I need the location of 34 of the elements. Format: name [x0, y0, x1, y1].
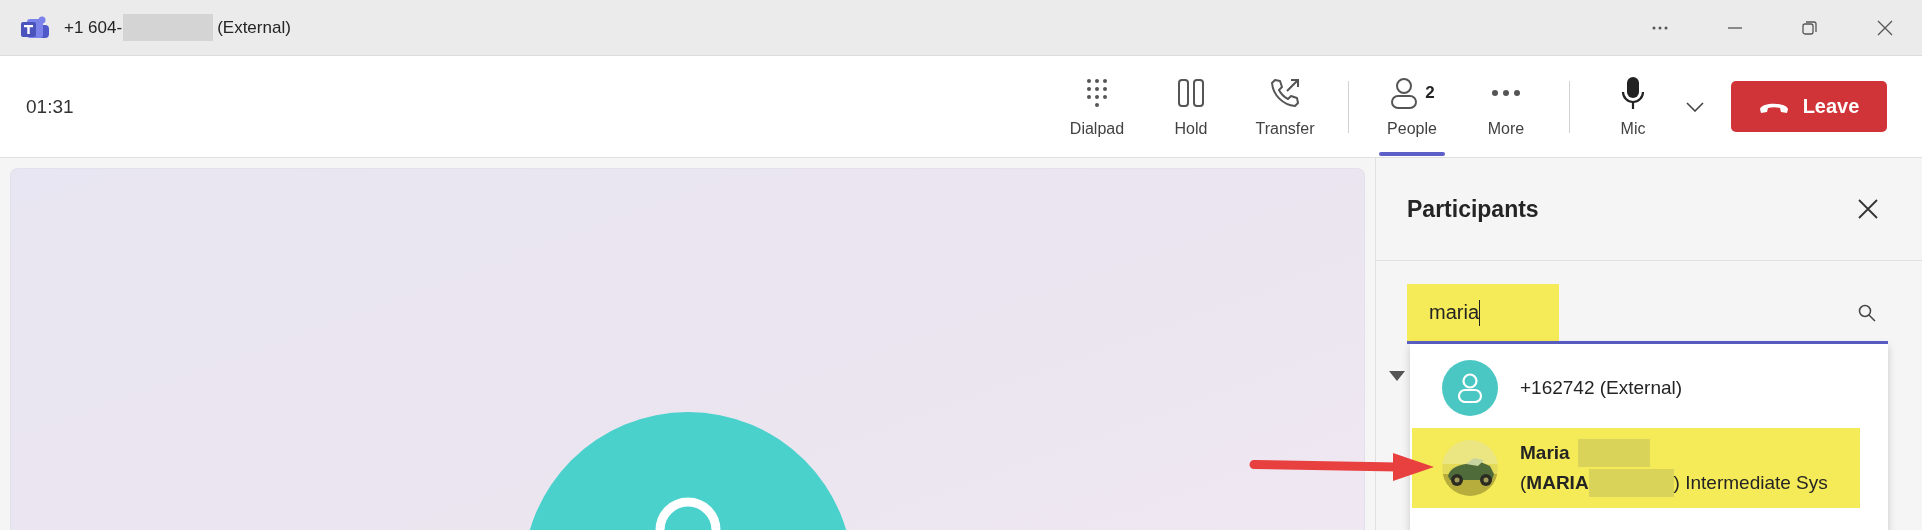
restore-icon[interactable]: [1800, 18, 1819, 37]
chevron-down-icon[interactable]: [1686, 101, 1704, 112]
mic-button[interactable]: Mic: [1586, 56, 1680, 157]
hold-button[interactable]: Hold: [1144, 56, 1238, 157]
participant-name: Maria: [1520, 442, 1570, 464]
participant-result[interactable]: +162742 (External): [1410, 348, 1860, 428]
person-icon: [1457, 373, 1483, 403]
search-text: maria: [1429, 301, 1479, 324]
panel-title: Participants: [1407, 195, 1539, 223]
leave-button[interactable]: Leave: [1731, 81, 1887, 132]
microphone-icon: [1621, 75, 1645, 110]
participant-detail: ) Intermediate Sys: [1673, 472, 1828, 494]
call-timer: 01:31: [26, 95, 74, 118]
caret-down-icon: [1389, 371, 1405, 381]
participant-result[interactable]: Maria (MARIA ) Intermediate Sys: [1412, 428, 1860, 508]
more-icon: [1491, 88, 1521, 97]
search-icon: [1858, 303, 1876, 322]
phone-arrow-icon: [1269, 76, 1301, 109]
dialpad-icon: [1085, 77, 1109, 108]
text-cursor: [1479, 299, 1480, 326]
participant-detail: (MARIA: [1520, 472, 1589, 494]
dialpad-button[interactable]: Dialpad: [1050, 56, 1144, 157]
close-icon[interactable]: [1875, 18, 1894, 37]
participant-name: +162742 (External): [1520, 377, 1683, 399]
pause-icon: [1176, 77, 1206, 108]
transfer-button[interactable]: Transfer: [1238, 56, 1332, 157]
participant-count: 2: [1425, 82, 1435, 103]
more-button[interactable]: More: [1459, 56, 1553, 157]
close-icon[interactable]: [1857, 198, 1879, 220]
window-title: +1 604-: [64, 17, 123, 38]
window-title: (External): [217, 17, 291, 38]
app-logo: [21, 14, 51, 41]
person-icon: [1389, 76, 1420, 109]
people-button[interactable]: 2 People: [1365, 56, 1459, 157]
